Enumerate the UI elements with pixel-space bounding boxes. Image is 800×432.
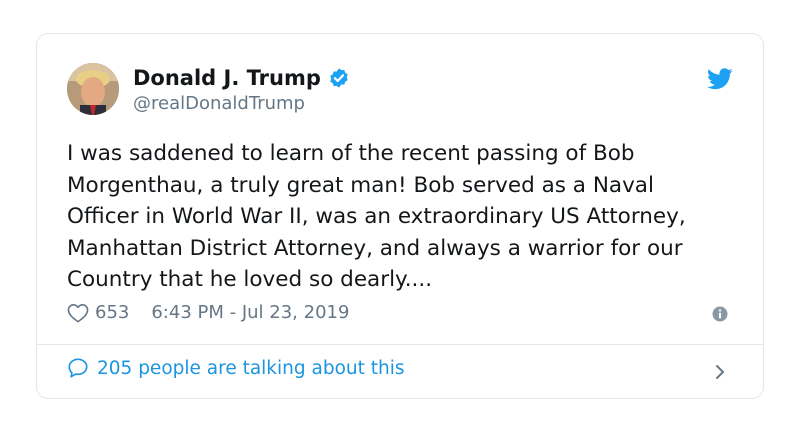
twitter-bird-icon[interactable] [707, 68, 733, 90]
tweet-card[interactable]: Donald J. Trump @realDonaldTrump I was s… [36, 33, 764, 399]
author-handle[interactable]: @realDonaldTrump [133, 93, 305, 114]
conversation-label[interactable]: 205 people are talking about this [97, 358, 405, 379]
author-row: Donald J. Trump [133, 65, 350, 91]
conversation-link[interactable]: 205 people are talking about this [67, 357, 405, 379]
tweet-meta: 653 6:43 PM - Jul 23, 2019 [67, 302, 349, 323]
verified-badge-icon [330, 68, 348, 88]
heart-icon[interactable] [67, 303, 89, 323]
speech-bubble-icon [68, 358, 88, 378]
chevron-right-icon[interactable] [713, 361, 727, 383]
tweet-text: I was saddened to learn of the recent pa… [67, 141, 686, 292]
author-name[interactable]: Donald J. Trump [133, 65, 321, 91]
like-count[interactable]: 653 [95, 302, 129, 323]
info-icon[interactable] [712, 306, 728, 322]
divider [37, 344, 763, 345]
avatar[interactable] [67, 63, 119, 115]
timestamp[interactable]: 6:43 PM - Jul 23, 2019 [151, 302, 349, 323]
